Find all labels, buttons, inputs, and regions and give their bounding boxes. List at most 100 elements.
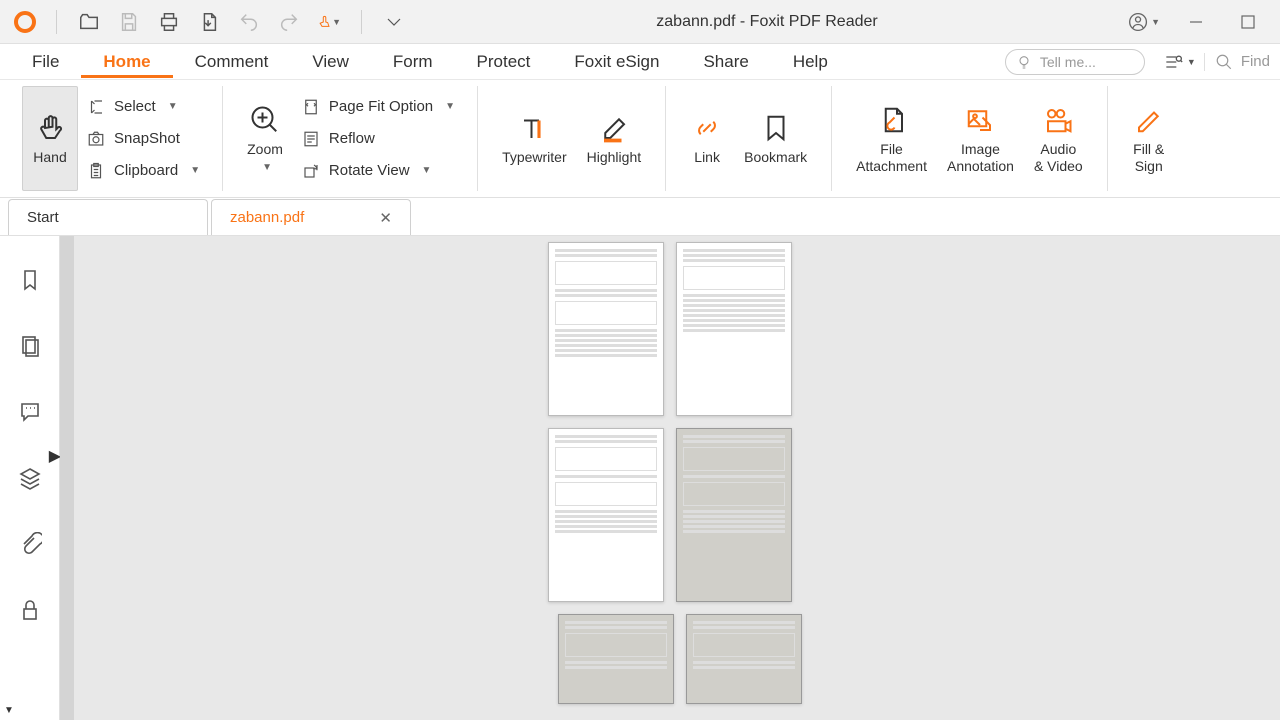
comments-panel-icon[interactable]	[16, 398, 44, 426]
clipboard-tool[interactable]: Clipboard▼	[78, 158, 208, 184]
ribbon-group-annotate: Typewriter Highlight	[478, 86, 666, 191]
content-area: ▶ ▼	[0, 236, 1280, 720]
menu-esign[interactable]: Foxit eSign	[552, 46, 681, 78]
search-options-icon[interactable]: ▼	[1155, 52, 1204, 72]
page-fit-tool[interactable]: Page Fit Option▼	[293, 94, 463, 120]
link-label: Link	[694, 149, 720, 166]
link-tool[interactable]: Link	[680, 86, 734, 191]
typewriter-label: Typewriter	[502, 149, 567, 166]
touch-icon[interactable]: ▼	[317, 10, 341, 34]
typewriter-tool[interactable]: Typewriter	[492, 86, 577, 191]
rotate-tool[interactable]: Rotate View▼	[293, 158, 463, 184]
scroll-down-icon[interactable]: ▼	[4, 705, 14, 716]
export-icon[interactable]	[197, 10, 221, 34]
zoom-icon	[248, 103, 282, 137]
clipboard-icon	[86, 161, 106, 181]
menu-share[interactable]: Share	[681, 46, 770, 78]
reflow-icon	[301, 129, 321, 149]
ribbon-group-view: Zoom ▼ Page Fit Option▼ Reflow Rotate Vi…	[223, 86, 478, 191]
document-tabs: Start zabann.pdf ✕	[0, 198, 1280, 236]
layers-panel-icon[interactable]	[16, 464, 44, 492]
file-attachment-label: File Attachment	[856, 141, 927, 175]
page-thumbnail[interactable]	[558, 614, 674, 704]
window-controls: ▼	[1128, 6, 1280, 38]
hand-label: Hand	[33, 149, 66, 166]
audio-video-icon	[1041, 103, 1075, 137]
print-icon[interactable]	[157, 10, 181, 34]
file-attachment-tool[interactable]: File Attachment	[846, 86, 937, 191]
thumbnail-row	[538, 614, 802, 704]
menu-comment[interactable]: Comment	[173, 46, 291, 78]
audio-video-label: Audio & Video	[1034, 141, 1083, 175]
fill-sign-tool[interactable]: Fill & Sign	[1122, 86, 1176, 191]
file-attachment-icon	[875, 103, 909, 137]
user-account-icon[interactable]: ▼	[1128, 6, 1160, 38]
window-title: zabann.pdf - Foxit PDF Reader	[406, 13, 1128, 31]
menu-view[interactable]: View	[290, 46, 371, 78]
page-thumbnail[interactable]	[676, 428, 792, 602]
snapshot-tool[interactable]: SnapShot	[78, 126, 208, 152]
separator	[361, 10, 362, 34]
audio-video-tool[interactable]: Audio & Video	[1024, 86, 1093, 191]
tab-document-label: zabann.pdf	[230, 209, 304, 226]
document-workspace[interactable]	[60, 236, 1280, 720]
customize-qat-icon[interactable]	[382, 10, 406, 34]
pages-panel-icon[interactable]	[16, 332, 44, 360]
save-icon[interactable]	[117, 10, 141, 34]
find-placeholder: Find	[1241, 53, 1270, 70]
zoom-tool[interactable]: Zoom ▼	[237, 86, 293, 191]
quick-access-toolbar: ▼	[0, 10, 406, 34]
ribbon-group-sign: Fill & Sign	[1108, 86, 1190, 191]
dropdown-icon: ▼	[262, 162, 272, 174]
hand-tool[interactable]: Hand	[22, 86, 78, 191]
tell-me-search[interactable]: Tell me...	[1005, 49, 1145, 75]
find-input[interactable]: Find	[1204, 53, 1270, 71]
ribbon-group-insert: File Attachment Image Annotation Audio &…	[832, 86, 1108, 191]
undo-icon[interactable]	[237, 10, 261, 34]
image-annotation-tool[interactable]: Image Annotation	[937, 86, 1024, 191]
attachments-panel-icon[interactable]	[16, 530, 44, 558]
open-icon[interactable]	[77, 10, 101, 34]
dropdown-icon: ▼	[422, 165, 432, 176]
snapshot-icon	[86, 129, 106, 149]
menu-file[interactable]: File	[10, 46, 81, 78]
page-thumbnail[interactable]	[548, 242, 664, 416]
tab-document[interactable]: zabann.pdf ✕	[211, 199, 411, 235]
select-tool[interactable]: Select▼	[78, 94, 208, 120]
select-icon	[86, 97, 106, 117]
bookmark-label: Bookmark	[744, 149, 807, 166]
page-thumbnail[interactable]	[548, 428, 664, 602]
menu-home[interactable]: Home	[81, 46, 172, 78]
typewriter-icon	[517, 111, 551, 145]
bookmark-icon	[759, 111, 793, 145]
app-logo-icon	[14, 11, 36, 33]
security-panel-icon[interactable]	[16, 596, 44, 624]
redo-icon[interactable]	[277, 10, 301, 34]
page-thumbnail[interactable]	[676, 242, 792, 416]
menu-form[interactable]: Form	[371, 46, 455, 78]
ribbon-group-tools: Hand Select▼ SnapShot Clipboard▼	[8, 86, 223, 191]
highlight-tool[interactable]: Highlight	[577, 86, 651, 191]
tab-start[interactable]: Start	[8, 199, 208, 235]
minimize-icon[interactable]	[1180, 6, 1212, 38]
maximize-icon[interactable]	[1232, 6, 1264, 38]
bookmarks-panel-icon[interactable]	[16, 266, 44, 294]
separator	[56, 10, 57, 34]
rotate-icon	[301, 161, 321, 181]
bookmark-tool[interactable]: Bookmark	[734, 86, 817, 191]
ribbon-group-links: Link Bookmark	[666, 86, 832, 191]
close-tab-icon[interactable]: ✕	[379, 209, 392, 227]
dropdown-icon: ▼	[190, 165, 200, 176]
image-annotation-icon	[963, 103, 997, 137]
menu-protect[interactable]: Protect	[455, 46, 553, 78]
menu-bar: File Home Comment View Form Protect Foxi…	[0, 44, 1280, 80]
menu-help[interactable]: Help	[771, 46, 850, 78]
hand-icon	[33, 111, 67, 145]
highlight-icon	[597, 111, 631, 145]
lightbulb-icon	[1016, 54, 1032, 70]
page-thumbnail[interactable]	[686, 614, 802, 704]
tell-me-placeholder: Tell me...	[1040, 54, 1096, 70]
reflow-tool[interactable]: Reflow	[293, 126, 463, 152]
zoom-label: Zoom	[247, 141, 283, 158]
highlight-label: Highlight	[587, 149, 641, 166]
